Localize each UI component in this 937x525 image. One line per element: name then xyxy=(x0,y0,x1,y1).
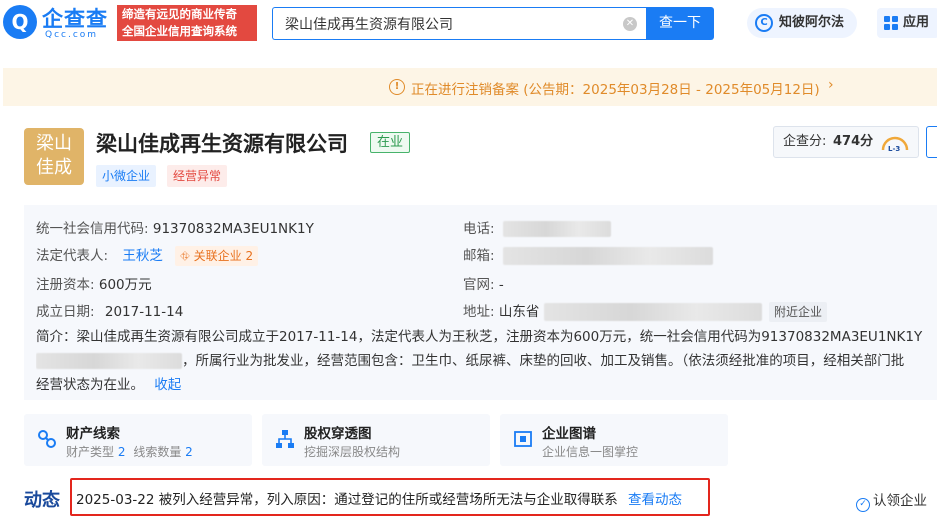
dynamics-entry: 2025-03-22 被列入经营异常，列入原因：通过登记的住所或经营场所无法与企… xyxy=(76,488,682,508)
score-value: 474分 xyxy=(833,134,874,149)
intro-line-2: ，所属行业为批发业，经营范围包含：卫生巾、纸尿裤、床垫的回收、加工及销售。（依法… xyxy=(36,349,937,373)
enterprise-graph-icon xyxy=(514,431,532,447)
founded-label: 成立日期: xyxy=(36,304,95,320)
company-logo: 梁山 佳成 xyxy=(24,128,84,185)
slogan-line-1: 缔造有远见的商业传奇 xyxy=(122,7,237,21)
chevron-right-icon: › xyxy=(828,77,834,93)
property-clues-card[interactable]: 财产线索 财产类型 2 线索数量 2 xyxy=(24,414,252,466)
enterprise-graph-title: 企业图谱 xyxy=(542,426,596,442)
dynamics-text: 2025-03-22 被列入经营异常，列入原因：通过登记的住所或经营场所无法与企… xyxy=(76,492,618,508)
verified-icon: ✓ xyxy=(856,498,870,512)
email-redacted xyxy=(502,247,713,265)
property-clues-title: 财产线索 xyxy=(66,426,120,442)
phone-redacted xyxy=(502,221,611,237)
claim-label: 认领企业 xyxy=(873,493,927,509)
dynamics-title: 动态 xyxy=(24,490,60,511)
view-dynamics-link[interactable]: 查看动态 xyxy=(628,492,682,508)
related-count: 2 xyxy=(245,249,254,263)
side-action-box[interactable] xyxy=(926,126,937,158)
related-icon: ⛗ xyxy=(180,249,190,263)
capital-value: 600万元 xyxy=(98,277,152,293)
enterprise-graph-sub: 企业信息一图掌控 xyxy=(542,445,639,459)
notice-text: 正在进行注销备案 (公告期：2025年03月28日 - 2025年05月12日) xyxy=(411,82,820,98)
legal-rep-row: 法定代表人: 王秋芝 ⛗ 关联企业 2 xyxy=(36,244,259,266)
email-row: 邮箱: xyxy=(463,244,713,265)
phone-label: 电话: xyxy=(463,221,495,237)
company-logo-line-2: 佳成 xyxy=(36,157,72,178)
claim-company-button[interactable]: ✓ 认领企业 xyxy=(856,489,927,512)
tag-small-enterprise[interactable]: 小微企业 xyxy=(96,165,157,187)
apps-button[interactable]: 应用 xyxy=(877,8,937,38)
address-prefix[interactable]: 山东省 xyxy=(499,304,540,320)
address-row: 地址: 山东省 附近企业 xyxy=(463,300,827,322)
status-badge: 在业 xyxy=(370,132,411,153)
capital-label: 注册资本: xyxy=(36,277,95,293)
equity-chart-sub: 挖掘深层股权结构 xyxy=(304,445,401,459)
phone-row: 电话: xyxy=(463,217,611,237)
website-row: 官网: - xyxy=(463,273,504,293)
property-clues-sub: 财产类型 2 线索数量 2 xyxy=(66,443,193,460)
intro-redacted xyxy=(36,353,182,369)
tag-abnormal-operation[interactable]: 经营异常 xyxy=(167,165,228,187)
info-icon: ! xyxy=(389,79,405,95)
company-intro: 简介：梁山佳成再生资源有限公司成立于2017-11-14，法定代表人为王秋芝，注… xyxy=(36,325,937,397)
equity-chart-title: 股权穿透图 xyxy=(304,426,372,442)
collapse-link[interactable]: 收起 xyxy=(154,377,181,393)
apps-label: 应用 xyxy=(903,15,930,30)
logo-subtext: Qcc.com xyxy=(45,30,99,40)
equity-tree-icon xyxy=(276,430,294,448)
intro-line-3: 经营状态为在业。 收起 xyxy=(36,373,937,397)
legal-rep-link[interactable]: 王秋芝 xyxy=(122,248,163,264)
capital-row: 注册资本: 600万元 xyxy=(36,273,152,293)
top-header: Q 企查查 Qcc.com 缔造有远见的商业传奇 全国企业信用查询系统 ✕ 查一… xyxy=(0,0,937,48)
equity-chart-card[interactable]: 股权穿透图 挖掘深层股权结构 xyxy=(262,414,490,466)
property-clues-icon xyxy=(38,430,56,448)
assistant-icon: C xyxy=(755,14,773,32)
logo-text[interactable]: 企查查 xyxy=(42,3,108,33)
founded-value: 2017-11-14 xyxy=(104,304,184,320)
assistant-button[interactable]: C 知彼阿尔法 xyxy=(747,8,857,38)
apps-grid-icon xyxy=(884,16,898,30)
search-input[interactable] xyxy=(285,14,615,34)
assistant-label: 知彼阿尔法 xyxy=(779,15,845,30)
search-button[interactable]: 查一下 xyxy=(646,7,714,40)
credit-code-row: 统一社会信用代码: 91370832MA3EU1NK1Y xyxy=(36,217,314,237)
address-redacted xyxy=(543,303,762,321)
founded-row: 成立日期: 2017-11-14 xyxy=(36,300,183,320)
related-label: 关联企业 xyxy=(193,249,242,263)
score-label: 企查分: xyxy=(783,134,827,149)
clue-count-label: 线索数量 xyxy=(133,445,182,459)
deregistration-notice-bar[interactable]: ! 正在进行注销备案 (公告期：2025年03月28日 - 2025年05月12… xyxy=(3,68,937,106)
credit-score-box[interactable]: 企查分: 474分 L-3 xyxy=(773,126,919,158)
score-gauge-icon: L-3 xyxy=(881,136,909,153)
search-box: ✕ xyxy=(272,7,646,40)
company-name: 梁山佳成再生资源有限公司 xyxy=(96,132,348,156)
clue-count-value: 2 xyxy=(185,445,193,459)
qcc-logo-icon[interactable]: Q xyxy=(3,5,37,39)
dynamics-highlight-box: 2025-03-22 被列入经营异常，列入原因：通过登记的住所或经营场所无法与企… xyxy=(70,478,710,516)
slogan-banner: 缔造有远见的商业传奇 全国企业信用查询系统 xyxy=(117,5,257,41)
enterprise-graph-card[interactable]: 企业图谱 企业信息一图掌控 xyxy=(500,414,728,466)
property-type-count: 2 xyxy=(117,445,126,459)
intro-line-3-text: 经营状态为在业。 xyxy=(36,377,144,393)
clear-search-icon[interactable]: ✕ xyxy=(623,17,637,31)
legal-rep-label: 法定代表人: xyxy=(36,248,109,264)
credit-code-label: 统一社会信用代码: xyxy=(36,221,149,237)
property-type-label: 财产类型 xyxy=(66,445,115,459)
nearby-companies-button[interactable]: 附近企业 xyxy=(768,302,827,322)
intro-line-1: 简介：梁山佳成再生资源有限公司成立于2017-11-14，法定代表人为王秋芝，注… xyxy=(36,329,923,345)
website-label: 官网: xyxy=(463,277,495,293)
address-label: 地址: xyxy=(463,304,495,320)
credit-code-value[interactable]: 91370832MA3EU1NK1Y xyxy=(153,221,314,237)
company-logo-line-1: 梁山 xyxy=(36,133,72,154)
slogan-line-2: 全国企业信用查询系统 xyxy=(122,24,237,38)
related-companies-badge[interactable]: ⛗ 关联企业 2 xyxy=(175,246,259,266)
intro-line-2-text: ，所属行业为批发业，经营范围包含：卫生巾、纸尿裤、床垫的回收、加工及销售。（依法… xyxy=(182,353,905,369)
score-level: L-3 xyxy=(888,145,900,153)
website-value: - xyxy=(498,277,504,293)
email-label: 邮箱: xyxy=(463,248,495,264)
